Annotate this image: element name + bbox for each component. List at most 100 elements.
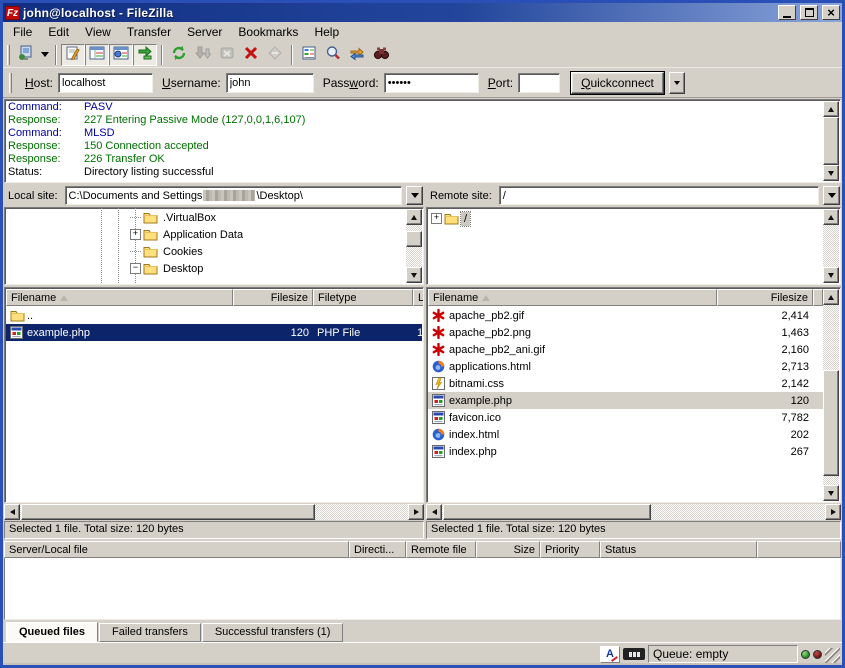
queue-column-server-local-file[interactable]: Server/Local file [4, 541, 349, 558]
file-row[interactable]: applications.html2,713 [428, 358, 823, 375]
tab-queued-files[interactable]: Queued files [6, 622, 98, 642]
column-header-filename[interactable]: Filename [6, 289, 233, 306]
column-header-filename[interactable]: Filename [428, 289, 717, 306]
scroll-up-button[interactable] [823, 289, 839, 305]
scroll-right-button[interactable] [825, 504, 841, 520]
username-input[interactable] [226, 73, 314, 93]
scrollbar-thumb[interactable] [823, 370, 839, 476]
menu-edit[interactable]: Edit [40, 23, 77, 41]
disconnect-button[interactable] [239, 44, 263, 66]
tree-expander-icon[interactable]: − [128, 260, 143, 277]
quickconnect-button[interactable]: Quickconnect [571, 72, 664, 94]
queue-column-size[interactable]: Size [476, 541, 540, 558]
file-row[interactable]: apache_pb2.png1,463 [428, 324, 823, 341]
toggle-local-tree-button[interactable] [85, 44, 109, 66]
directory-comparison-button[interactable] [321, 44, 345, 66]
tree-expander-icon[interactable]: + [429, 210, 444, 227]
local-list-rows[interactable]: ..example.php120PHP File1 [6, 306, 422, 501]
scrollbar-thumb[interactable] [406, 231, 422, 247]
queue-column-priority[interactable]: Priority [540, 541, 600, 558]
refresh-file-lists-button[interactable] [167, 44, 191, 66]
message-log[interactable]: Command:PASVResponse:227 Entering Passiv… [4, 99, 841, 183]
remote-file-list[interactable]: FilenameFilesizeapache_pb2.gif2,414apach… [426, 287, 841, 503]
expander-plus-icon[interactable]: + [431, 213, 442, 224]
synchronized-browsing-button[interactable] [345, 44, 369, 66]
queue-column-remote-file[interactable]: Remote file [406, 541, 476, 558]
menu-help[interactable]: Help [306, 23, 347, 41]
scrollbar-thumb[interactable] [443, 504, 651, 520]
menu-bookmarks[interactable]: Bookmarks [230, 23, 306, 41]
file-row[interactable]: index.php267 [428, 443, 823, 460]
tree-item-cookies[interactable]: Cookies [5, 243, 405, 260]
abort-transfers-button[interactable] [263, 44, 287, 66]
scroll-left-button[interactable] [426, 504, 442, 520]
menu-view[interactable]: View [77, 23, 119, 41]
scroll-up-button[interactable] [823, 209, 839, 225]
local-tree-vertical-scrollbar[interactable] [406, 209, 422, 283]
local-site-dropdown-button[interactable] [406, 186, 423, 205]
scroll-down-button[interactable] [823, 267, 839, 283]
quickconnect-dropdown-button[interactable] [669, 72, 685, 94]
open-site-manager-dropdown-button[interactable] [38, 44, 51, 66]
file-row[interactable]: example.php120PHP File1 [6, 324, 422, 341]
tree-item--virtualbox[interactable]: .VirtualBox [5, 209, 405, 226]
tree-item-desktop[interactable]: −Desktop [5, 260, 405, 277]
scrollbar-thumb[interactable] [21, 504, 315, 520]
file-row[interactable]: index.html202 [428, 426, 823, 443]
remote-site-combo[interactable]: / [499, 186, 819, 205]
scroll-up-button[interactable] [406, 209, 422, 225]
tab-failed-transfers[interactable]: Failed transfers [99, 623, 201, 642]
file-row[interactable]: apache_pb2_ani.gif2,160 [428, 341, 823, 358]
remote-site-dropdown-button[interactable] [823, 186, 840, 205]
queue-column-directi-[interactable]: Directi... [349, 541, 406, 558]
scroll-up-button[interactable] [823, 101, 839, 117]
title-bar[interactable]: Fz john@localhost - FileZilla × [3, 3, 842, 22]
expander-minus-icon[interactable]: − [130, 263, 141, 274]
directory-listing-filters-button[interactable] [297, 44, 321, 66]
column-header-filetype[interactable]: Filetype [313, 289, 413, 306]
file-row[interactable]: example.php120 [428, 392, 823, 409]
remote-tree-vertical-scrollbar[interactable] [823, 209, 839, 283]
host-input[interactable] [58, 73, 153, 93]
toolbar-grip[interactable] [9, 73, 12, 93]
tree-expander-icon[interactable]: + [128, 226, 143, 243]
toggle-message-log-button[interactable] [61, 44, 85, 66]
queue-body[interactable] [4, 558, 841, 620]
cancel-operation-button[interactable] [215, 44, 239, 66]
local-horizontal-scrollbar[interactable] [4, 504, 424, 520]
password-input[interactable] [384, 73, 479, 93]
minimize-button[interactable] [778, 5, 796, 20]
file-row[interactable]: .. [6, 307, 422, 324]
queue-column-status[interactable]: Status [600, 541, 757, 558]
local-file-list[interactable]: FilenameFilesizeFiletypeL..example.php12… [4, 287, 424, 503]
toggle-transfer-queue-button[interactable] [133, 44, 157, 66]
remote-horizontal-scrollbar[interactable] [426, 504, 841, 520]
open-site-manager-button[interactable] [14, 44, 38, 66]
toolbar-grip[interactable] [7, 45, 10, 65]
maximize-button[interactable] [800, 5, 818, 20]
resize-grip[interactable] [825, 648, 840, 663]
local-directory-tree[interactable]: .VirtualBox+Application DataCookies−Desk… [4, 207, 424, 285]
menu-file[interactable]: File [5, 23, 40, 41]
port-input[interactable] [518, 73, 560, 93]
remote-directory-tree[interactable]: +/ [426, 207, 841, 285]
scroll-down-button[interactable] [823, 165, 839, 181]
toggle-remote-tree-button[interactable] [109, 44, 133, 66]
scroll-down-button[interactable] [406, 267, 422, 283]
menu-server[interactable]: Server [179, 23, 230, 41]
file-row[interactable]: apache_pb2.gif2,414 [428, 307, 823, 324]
scroll-left-button[interactable] [4, 504, 20, 520]
menu-transfer[interactable]: Transfer [119, 23, 179, 41]
remote-list-rows[interactable]: apache_pb2.gif2,414apache_pb2.png1,463ap… [428, 306, 823, 501]
file-row[interactable]: favicon.ico7,782 [428, 409, 823, 426]
scroll-right-button[interactable] [408, 504, 424, 520]
find-files-button[interactable] [369, 44, 393, 66]
scrollbar-thumb[interactable] [823, 117, 839, 165]
scroll-down-button[interactable] [823, 485, 839, 501]
log-vertical-scrollbar[interactable] [823, 101, 839, 181]
column-header-filesize[interactable]: Filesize [233, 289, 313, 306]
speed-limits-icon[interactable] [623, 648, 645, 660]
transfer-type-indicator-icon[interactable]: A [600, 646, 620, 663]
column-header-l[interactable]: L [413, 289, 424, 306]
file-row[interactable]: bitnami.css2,142 [428, 375, 823, 392]
